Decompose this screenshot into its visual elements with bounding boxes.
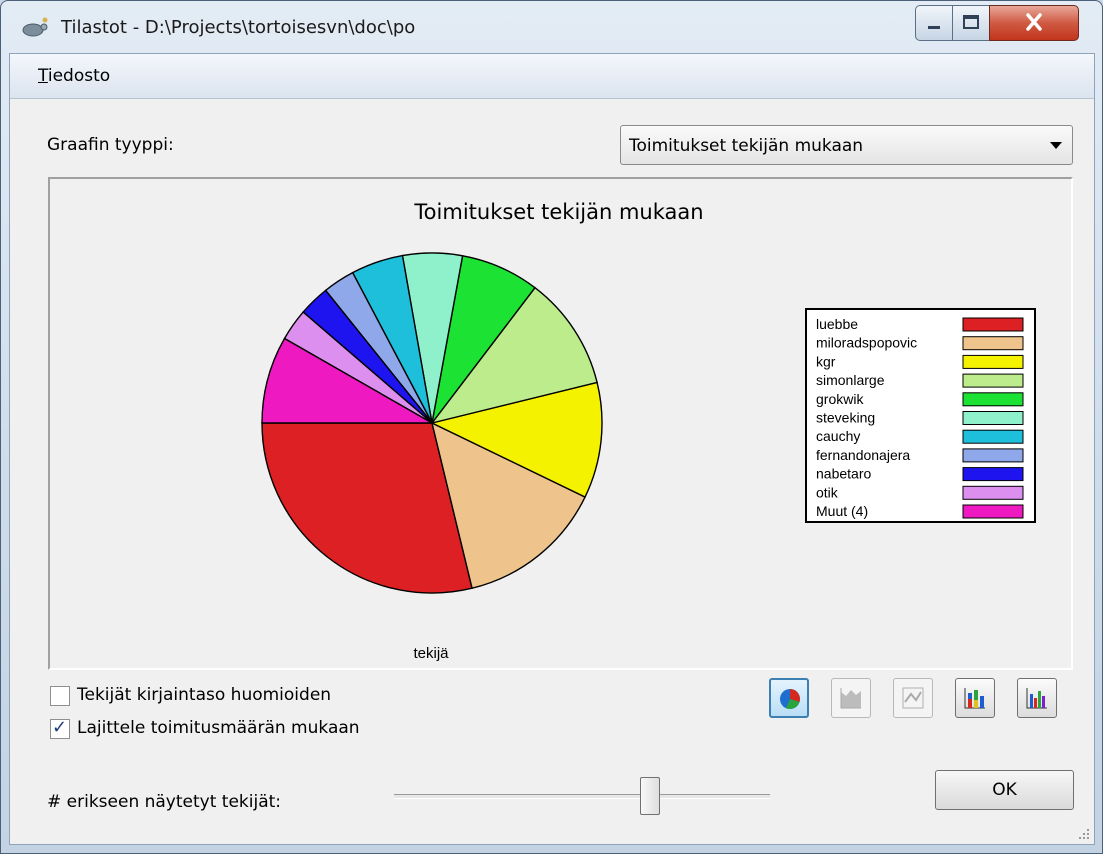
graph-type-dropdown[interactable]: Toimitukset tekijän mukaan bbox=[620, 125, 1073, 165]
legend-swatch bbox=[962, 336, 1024, 351]
sort-by-commits-checkbox[interactable]: ✓ bbox=[50, 717, 70, 739]
legend-label: kgr bbox=[816, 353, 836, 369]
resize-grip-icon[interactable] bbox=[1076, 826, 1090, 840]
legend-swatch bbox=[962, 429, 1024, 444]
legend-label: nabetaro bbox=[816, 466, 871, 482]
legend-label: miloradspopovic bbox=[816, 335, 917, 351]
maximize-icon bbox=[963, 15, 979, 29]
legend-label: otik bbox=[816, 484, 839, 500]
area-chart-icon bbox=[840, 688, 861, 709]
legend-label: luebbe bbox=[816, 316, 858, 332]
bar-chart-button[interactable] bbox=[1017, 678, 1057, 718]
minimize-button[interactable] bbox=[915, 5, 953, 41]
legend-label: cauchy bbox=[816, 428, 860, 444]
legend-swatch bbox=[962, 317, 1024, 332]
pie-chart-button[interactable] bbox=[769, 678, 809, 718]
dialog-client-area: Tiedosto Graafin tyyppi: Toimitukset tek… bbox=[9, 53, 1095, 845]
stacked-bar-chart-icon bbox=[964, 688, 985, 709]
legend-swatch bbox=[962, 485, 1024, 500]
title-bar[interactable]: Tilastot - D:\Projects\tortoisesvn\doc\p… bbox=[1, 1, 1102, 53]
line-chart-button[interactable] bbox=[893, 678, 933, 718]
bar-chart-icon bbox=[1026, 688, 1047, 709]
author-count-slider-thumb[interactable] bbox=[639, 777, 660, 815]
close-icon bbox=[1026, 13, 1042, 31]
checkmark-icon: ✓ bbox=[52, 717, 68, 738]
statistics-window: Tilastot - D:\Projects\tortoisesvn\doc\p… bbox=[0, 0, 1103, 854]
graph-type-label: Graafin tyyppi: bbox=[47, 135, 174, 155]
chart-title: Toimitukset tekijän mukaan bbox=[413, 200, 703, 224]
legend-label: simonlarge bbox=[816, 372, 885, 388]
case-sensitive-checkbox[interactable] bbox=[50, 686, 70, 706]
graph-type-selected: Toimitukset tekijän mukaan bbox=[629, 136, 864, 156]
author-count-slider-track[interactable] bbox=[394, 794, 770, 799]
line-chart-icon bbox=[902, 687, 924, 709]
pie-chart-icon bbox=[780, 689, 800, 710]
legend-swatch bbox=[962, 392, 1024, 407]
legend-swatch bbox=[962, 467, 1024, 482]
stacked-bar-chart-button[interactable] bbox=[955, 678, 995, 718]
legend-swatch bbox=[962, 504, 1024, 519]
legend-label: Muut (4) bbox=[816, 503, 868, 519]
menu-bar: Tiedosto bbox=[10, 54, 1094, 99]
menu-file[interactable]: Tiedosto bbox=[38, 66, 110, 86]
chevron-down-icon bbox=[1050, 142, 1062, 149]
chart-area: Toimitukset tekijän mukaan luebbe milorad… bbox=[48, 177, 1073, 670]
legend-swatch bbox=[962, 373, 1024, 388]
pie-chart: Toimitukset tekijän mukaan luebbe milorad… bbox=[261, 200, 1036, 662]
case-sensitive-label: Tekijät kirjaintaso huomioiden bbox=[77, 685, 332, 705]
legend-swatch bbox=[962, 354, 1024, 369]
tortoisesvn-app-icon bbox=[22, 17, 48, 37]
legend-label: grokwik bbox=[816, 391, 864, 407]
legend-label: steveking bbox=[816, 410, 875, 426]
legend-label: fernandonajera bbox=[816, 447, 910, 463]
window-title: Tilastot - D:\Projects\tortoisesvn\doc\p… bbox=[61, 17, 416, 38]
maximize-button[interactable] bbox=[952, 5, 990, 41]
legend-swatch bbox=[962, 411, 1024, 425]
legend-swatch bbox=[962, 448, 1024, 463]
author-count-label: # erikseen näytetyt tekijät: bbox=[47, 792, 282, 812]
area-chart-button[interactable] bbox=[831, 678, 871, 718]
x-axis-label: tekijä bbox=[413, 645, 449, 662]
ok-button[interactable]: OK bbox=[935, 770, 1074, 810]
close-button[interactable] bbox=[989, 5, 1079, 41]
minimize-icon bbox=[928, 26, 940, 29]
sort-by-commits-label: Lajittele toimitusmäärän mukaan bbox=[77, 718, 360, 738]
